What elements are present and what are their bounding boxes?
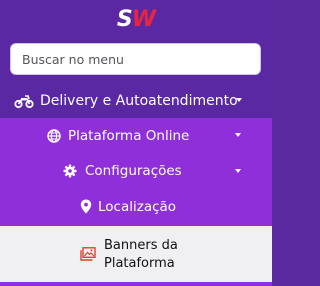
submenu-item-localizacao[interactable]: Localização	[0, 190, 272, 224]
menu-item-delivery[interactable]: Delivery e Autoatendimento	[0, 84, 272, 118]
chevron-down-icon	[235, 133, 241, 137]
submenu: Plataforma Online Configurações Localiza…	[0, 118, 272, 226]
menu-item-banners-active[interactable]: Banners da Plataforma	[0, 226, 272, 282]
menu-item-label: Banners da Plataforma	[104, 238, 178, 271]
logo[interactable]: SW	[0, 0, 272, 38]
chevron-down-icon	[236, 98, 242, 102]
globe-icon	[47, 129, 61, 143]
menu-item-label: Delivery e Autoatendimento	[40, 93, 238, 109]
submenu-item-label: Configurações	[85, 163, 182, 179]
submenu-item-label: Plataforma Online	[68, 128, 190, 144]
gear-icon	[63, 164, 77, 178]
image-icon	[80, 246, 96, 261]
submenu-item-label: Localização	[98, 199, 177, 215]
chevron-down-icon	[235, 169, 241, 173]
submenu-bottom-edge	[0, 282, 272, 286]
motorcycle-icon	[14, 93, 34, 109]
map-marker-icon	[80, 199, 94, 214]
submenu-item-plataforma-online[interactable]: Plataforma Online	[0, 118, 272, 152]
logo-mark: SW	[116, 6, 156, 32]
sidebar: SW Delivery e Autoatendimento	[0, 0, 272, 286]
search-box	[10, 43, 261, 75]
submenu-item-configuracoes[interactable]: Configurações	[0, 154, 272, 188]
search-input[interactable]	[22, 51, 249, 67]
